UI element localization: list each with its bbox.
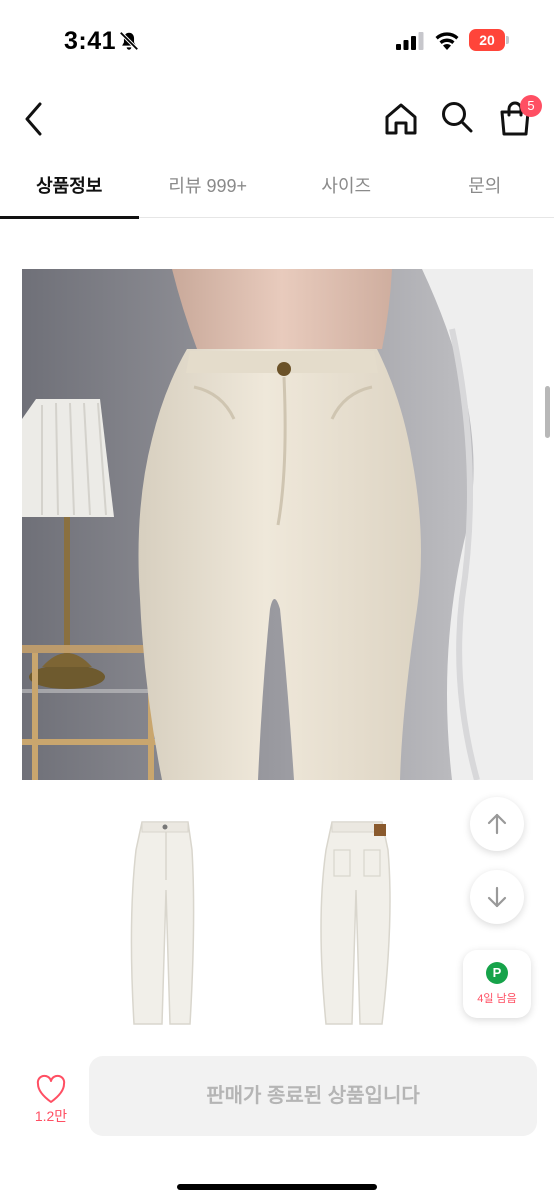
tab-reviews[interactable]: 리뷰 999+ [139, 156, 278, 218]
product-main-image [22, 269, 533, 780]
scroll-up-button[interactable] [470, 797, 524, 851]
heart-outline-icon [36, 1074, 66, 1103]
cart-count-badge: 5 [520, 95, 542, 117]
pants-front-back-illustration [130, 821, 391, 1025]
point-days-left: 4일 남음 [477, 993, 517, 1005]
product-photo-illustration [22, 269, 533, 780]
battery-low-icon: 20 [469, 29, 509, 51]
home-icon[interactable] [382, 100, 420, 138]
battery-level: 20 [469, 29, 505, 51]
chevron-left-icon[interactable] [18, 98, 52, 140]
scroll-down-button[interactable] [470, 870, 524, 924]
arrow-down-icon [487, 886, 507, 908]
bell-slash-icon [119, 31, 139, 51]
home-indicator [177, 1184, 377, 1190]
tab-inquiry[interactable]: 문의 [416, 156, 554, 218]
product-tabs: 상품정보 리뷰 999+ 사이즈 문의 [0, 156, 554, 219]
status-bar: 3:41 20 [0, 0, 554, 84]
point-reward-button[interactable]: P 4일 남음 [463, 950, 531, 1018]
battery-tip [506, 36, 509, 44]
tab-product-info[interactable]: 상품정보 [0, 156, 139, 219]
cellular-signal-icon [396, 32, 424, 50]
wifi-icon [435, 32, 459, 50]
point-badge-icon: P [486, 962, 508, 984]
nav-header [0, 84, 554, 154]
product-thumbnail-images [120, 810, 420, 1030]
scrollbar[interactable] [545, 386, 550, 438]
tab-size[interactable]: 사이즈 [277, 156, 416, 218]
like-count: 1.2만 [34, 1108, 68, 1124]
arrow-up-icon [487, 813, 507, 835]
search-icon[interactable] [438, 98, 476, 136]
status-time: 3:41 [64, 27, 117, 55]
sold-out-button[interactable]: 판매가 종료된 상품입니다 [89, 1056, 537, 1136]
